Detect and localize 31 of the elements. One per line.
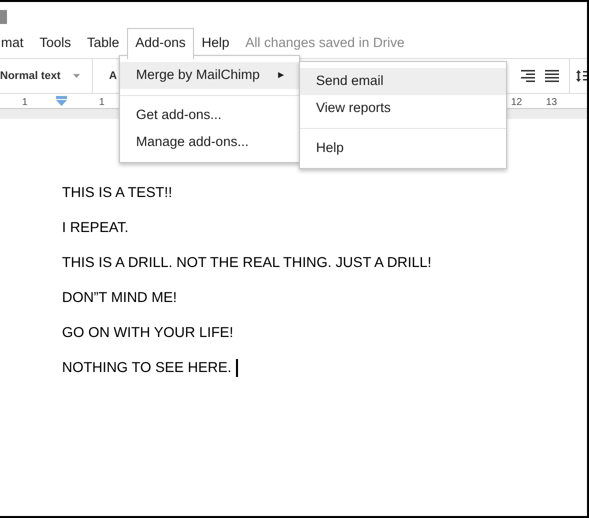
menu-item[interactable]: Merge by MailChimp ► — [120, 62, 299, 89]
paragraph-text: I REPEAT. — [62, 219, 128, 238]
app-logo-fragment — [0, 10, 7, 24]
font-dropdown[interactable]: A — [93, 68, 117, 84]
caret-icon — [73, 74, 80, 78]
paragraph-text: GO ON WITH YOUR LIFE! — [62, 324, 234, 342]
menu-item[interactable]: Send email — [300, 68, 506, 95]
paragraph-text: NOTHING TO SEE HERE. — [62, 359, 232, 378]
paragraph-text: THIS IS A TEST!! — [62, 184, 172, 202]
save-status: All changes saved in Drive — [244, 34, 404, 52]
menu-item[interactable]: Manage add-ons... — [120, 129, 299, 156]
ruler-number: 13 — [546, 96, 558, 110]
menu-item[interactable]: Get add-ons... — [120, 102, 299, 129]
menu-item[interactable]: Add-ons — [127, 28, 194, 59]
menu-item[interactable]: Help — [300, 135, 506, 162]
menu-item[interactable]: mat — [0, 28, 32, 58]
style-dropdown[interactable]: Normal text — [0, 59, 93, 93]
paragraph-text: DON”T MIND ME! — [62, 289, 177, 308]
ruler-number: 12 — [511, 96, 522, 110]
line-spacing-icon[interactable] — [576, 70, 587, 82]
paragraph-text: THIS IS A DRILL. NOT THE REAL THING. JUST A DRILL! — [62, 254, 432, 272]
menu-item[interactable]: Table — [79, 28, 128, 58]
align-right-icon[interactable] — [521, 70, 535, 82]
ruler-number: 1 — [99, 96, 105, 110]
menu-item[interactable]: View reports — [300, 95, 506, 122]
menu-item[interactable]: Help — [194, 28, 238, 58]
indent-marker-icon[interactable] — [56, 96, 67, 106]
justify-icon[interactable] — [545, 70, 559, 82]
ruler-number: 1 — [22, 96, 28, 110]
menu-item[interactable]: Tools — [32, 28, 80, 58]
submenu-arrow: ► — [276, 69, 286, 83]
